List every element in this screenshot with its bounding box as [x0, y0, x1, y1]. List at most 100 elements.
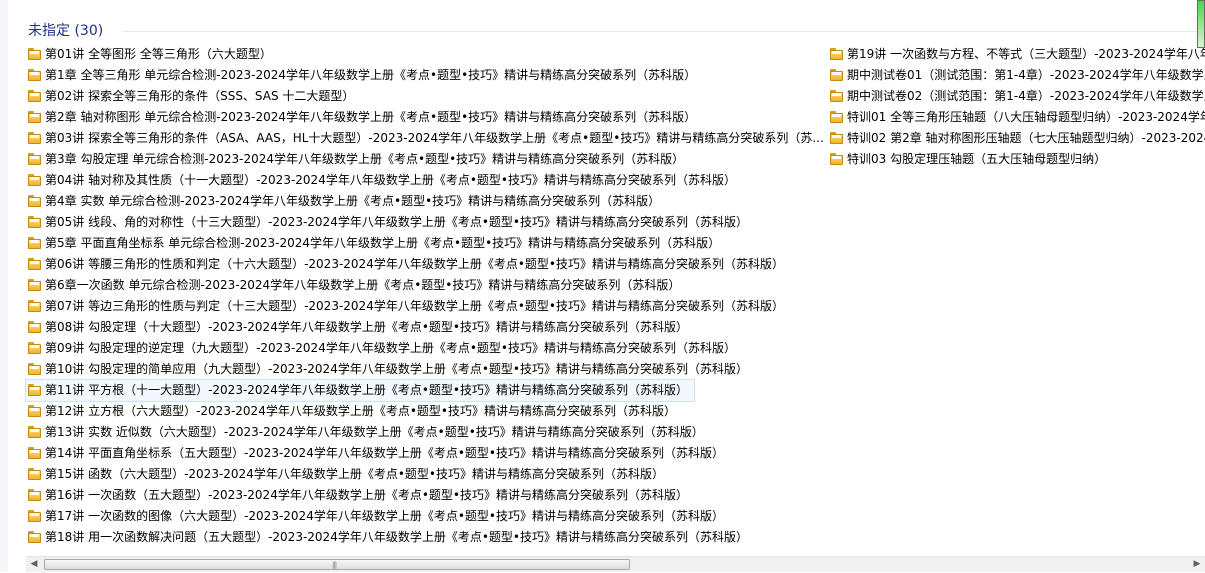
folder-item[interactable]: 第14讲 平面直角坐标系（五大题型）-2023-2024学年八年级数学上册《考点…: [26, 443, 832, 464]
folder-icon: [28, 258, 41, 270]
folder-icon: [830, 90, 843, 102]
folder-item[interactable]: 第01讲 全等图形 全等三角形（六大题型）: [26, 44, 832, 65]
folder-item[interactable]: 第16讲 一次函数（五大题型）-2023-2024学年八年级数学上册《考点•题型…: [26, 485, 832, 506]
folder-item[interactable]: 第13讲 实数 近似数（六大题型）-2023-2024学年八年级数学上册《考点•…: [26, 422, 832, 443]
folder-item-label: 第03讲 探索全等三角形的条件（ASA、AAS，HL十大题型）-2023-202…: [45, 131, 824, 145]
folder-icon: [28, 111, 41, 123]
folder-item-label: 第13讲 实数 近似数（六大题型）-2023-2024学年八年级数学上册《考点•…: [45, 425, 704, 439]
left-edge-panel: [0, 0, 8, 572]
folder-item-label: 第16讲 一次函数（五大题型）-2023-2024学年八年级数学上册《考点•题型…: [45, 488, 688, 502]
folder-item-label: 第14讲 平面直角坐标系（五大题型）-2023-2024学年八年级数学上册《考点…: [45, 446, 724, 460]
scrollbar-thumb[interactable]: |||: [44, 559, 630, 570]
folder-icon: [28, 531, 41, 543]
folder-item[interactable]: 期中测试卷02（测试范围：第1-4章）-2023-2024学年八年级数学上: [828, 86, 1205, 107]
folder-item[interactable]: 第5章 平面直角坐标系 单元综合检测-2023-2024学年八年级数学上册《考点…: [26, 233, 832, 254]
folder-icon: [28, 489, 41, 501]
folder-icon: [28, 447, 41, 459]
folder-item-label: 特训03 勾股定理压轴题（五大压轴母题型归纳）: [847, 152, 1107, 166]
folder-item[interactable]: 第3章 勾股定理 单元综合检测-2023-2024学年八年级数学上册《考点•题型…: [26, 149, 832, 170]
horizontal-scrollbar[interactable]: ◀ ||| ▶: [26, 556, 1205, 572]
folder-icon: [830, 153, 843, 165]
file-list-view[interactable]: 未指定 (30) 第01讲 全等图形 全等三角形（六大题型） 第1章 全等三角形 …: [8, 0, 1205, 556]
folder-item[interactable]: 第04讲 轴对称及其性质（十一大题型）-2023-2024学年八年级数学上册《考…: [26, 170, 832, 191]
folder-icon: [830, 69, 843, 81]
group-divider: [123, 31, 1198, 32]
progress-indicator: [1197, 0, 1205, 48]
folder-item-label: 第17讲 一次函数的图像（六大题型）-2023-2024学年八年级数学上册《考点…: [45, 509, 724, 523]
folder-item[interactable]: 第11讲 平方根（十一大题型）-2023-2024学年八年级数学上册《考点•题型…: [25, 379, 695, 402]
folder-icon: [28, 237, 41, 249]
folder-item-label: 第12讲 立方根（六大题型）-2023-2024学年八年级数学上册《考点•题型•…: [45, 404, 676, 418]
folder-item[interactable]: 第03讲 探索全等三角形的条件（ASA、AAS，HL十大题型）-2023-202…: [26, 128, 832, 149]
file-column-left: 第01讲 全等图形 全等三角形（六大题型） 第1章 全等三角形 单元综合检测-20…: [25, 44, 832, 548]
folder-icon: [28, 195, 41, 207]
folder-item-label: 期中测试卷02（测试范围：第1-4章）-2023-2024学年八年级数学上: [847, 89, 1205, 103]
folder-item[interactable]: 期中测试卷01（测试范围：第1-4章）-2023-2024学年八年级数学上: [828, 65, 1205, 86]
folder-item[interactable]: 第07讲 等边三角形的性质与判定（十三大题型）-2023-2024学年八年级数学…: [26, 296, 832, 317]
folder-item-label: 期中测试卷01（测试范围：第1-4章）-2023-2024学年八年级数学上: [847, 68, 1205, 82]
folder-item[interactable]: 特训01 全等三角形压轴题（八大压轴母题型归纳）-2023-2024学年: [828, 107, 1205, 128]
folder-item-label: 第05讲 线段、角的对称性（十三大题型）-2023-2024学年八年级数学上册《…: [45, 215, 748, 229]
folder-icon: [28, 153, 41, 165]
folder-item-label: 第04讲 轴对称及其性质（十一大题型）-2023-2024学年八年级数学上册《考…: [45, 173, 736, 187]
folder-icon: [28, 363, 41, 375]
folder-item-label: 特训01 全等三角形压轴题（八大压轴母题型归纳）-2023-2024学年: [847, 110, 1205, 124]
folder-item-label: 第6章一次函数 单元综合检测-2023-2024学年八年级数学上册《考点•题型•…: [45, 278, 681, 292]
folder-item-label: 第02讲 探索全等三角形的条件（SSS、SAS 十二大题型）: [45, 89, 355, 103]
folder-icon: [28, 132, 41, 144]
folder-item-label: 第19讲 一次函数与方程、不等式（三大题型）-2023-2024学年八年: [847, 47, 1205, 61]
folder-item-label: 第01讲 全等图形 全等三角形（六大题型）: [45, 47, 272, 61]
folder-item-label: 第4章 实数 单元综合检测-2023-2024学年八年级数学上册《考点•题型•技…: [45, 194, 661, 208]
folder-icon: [28, 216, 41, 228]
folder-item[interactable]: 特训02 第2章 轴对称图形压轴题（七大压轴题型归纳）-2023-2024: [828, 128, 1205, 149]
folder-item-label: 第07讲 等边三角形的性质与判定（十三大题型）-2023-2024学年八年级数学…: [45, 299, 784, 313]
folder-icon: [28, 468, 41, 480]
folder-icon: [28, 90, 41, 102]
folder-icon: [28, 510, 41, 522]
group-header[interactable]: 未指定 (30): [28, 18, 1198, 40]
folder-icon: [28, 342, 41, 354]
folder-item-label: 第10讲 勾股定理的简单应用（九大题型）-2023-2024学年八年级数学上册《…: [45, 362, 748, 376]
folder-icon: [28, 426, 41, 438]
file-column-right: 第19讲 一次函数与方程、不等式（三大题型）-2023-2024学年八年 期中测试…: [828, 44, 1205, 170]
folder-icon: [830, 111, 843, 123]
group-title[interactable]: 未指定 (30): [28, 20, 103, 40]
folder-icon: [830, 132, 843, 144]
folder-item-label: 特训02 第2章 轴对称图形压轴题（七大压轴题型归纳）-2023-2024: [847, 131, 1205, 145]
folder-item-label: 第08讲 勾股定理（十大题型）-2023-2024学年八年级数学上册《考点•题型…: [45, 320, 688, 334]
folder-icon: [28, 384, 41, 396]
folder-item-label: 第18讲 用一次函数解决问题（五大题型）-2023-2024学年八年级数学上册《…: [45, 530, 748, 544]
right-arrow-icon[interactable]: ▶: [1189, 557, 1205, 573]
folder-icon: [830, 48, 843, 60]
folder-item[interactable]: 第12讲 立方根（六大题型）-2023-2024学年八年级数学上册《考点•题型•…: [26, 401, 832, 422]
folder-item[interactable]: 第4章 实数 单元综合检测-2023-2024学年八年级数学上册《考点•题型•技…: [26, 191, 832, 212]
folder-item[interactable]: 特训03 勾股定理压轴题（五大压轴母题型归纳）: [828, 149, 1205, 170]
grip-icon: |||: [332, 561, 337, 569]
folder-item[interactable]: 第2章 轴对称图形 单元综合检测-2023-2024学年八年级数学上册《考点•题…: [26, 107, 832, 128]
left-arrow-icon[interactable]: ◀: [26, 557, 42, 573]
folder-item-label: 第3章 勾股定理 单元综合检测-2023-2024学年八年级数学上册《考点•题型…: [45, 152, 685, 166]
folder-icon: [28, 279, 41, 291]
folder-icon: [28, 405, 41, 417]
folder-item[interactable]: 第18讲 用一次函数解决问题（五大题型）-2023-2024学年八年级数学上册《…: [26, 527, 832, 548]
folder-item[interactable]: 第02讲 探索全等三角形的条件（SSS、SAS 十二大题型）: [26, 86, 832, 107]
folder-item[interactable]: 第09讲 勾股定理的逆定理（九大题型）-2023-2024学年八年级数学上册《考…: [26, 338, 832, 359]
folder-item-label: 第2章 轴对称图形 单元综合检测-2023-2024学年八年级数学上册《考点•题…: [45, 110, 697, 124]
folder-item-label: 第15讲 函数（六大题型）-2023-2024学年八年级数学上册《考点•题型•技…: [45, 467, 664, 481]
folder-icon: [28, 321, 41, 333]
folder-item[interactable]: 第10讲 勾股定理的简单应用（九大题型）-2023-2024学年八年级数学上册《…: [26, 359, 832, 380]
folder-item[interactable]: 第15讲 函数（六大题型）-2023-2024学年八年级数学上册《考点•题型•技…: [26, 464, 832, 485]
folder-icon: [28, 48, 41, 60]
folder-item[interactable]: 第08讲 勾股定理（十大题型）-2023-2024学年八年级数学上册《考点•题型…: [26, 317, 832, 338]
folder-icon: [28, 300, 41, 312]
folder-item-label: 第09讲 勾股定理的逆定理（九大题型）-2023-2024学年八年级数学上册《考…: [45, 341, 736, 355]
folder-item[interactable]: 第6章一次函数 单元综合检测-2023-2024学年八年级数学上册《考点•题型•…: [26, 275, 832, 296]
folder-icon: [28, 174, 41, 186]
folder-icon: [28, 69, 41, 81]
folder-item[interactable]: 第06讲 等腰三角形的性质和判定（十六大题型）-2023-2024学年八年级数学…: [26, 254, 832, 275]
folder-item[interactable]: 第05讲 线段、角的对称性（十三大题型）-2023-2024学年八年级数学上册《…: [26, 212, 832, 233]
folder-item[interactable]: 第1章 全等三角形 单元综合检测-2023-2024学年八年级数学上册《考点•题…: [26, 65, 832, 86]
folder-item[interactable]: 第19讲 一次函数与方程、不等式（三大题型）-2023-2024学年八年: [828, 44, 1205, 65]
folder-item[interactable]: 第17讲 一次函数的图像（六大题型）-2023-2024学年八年级数学上册《考点…: [26, 506, 832, 527]
folder-item-label: 第11讲 平方根（十一大题型）-2023-2024学年八年级数学上册《考点•题型…: [45, 383, 688, 397]
